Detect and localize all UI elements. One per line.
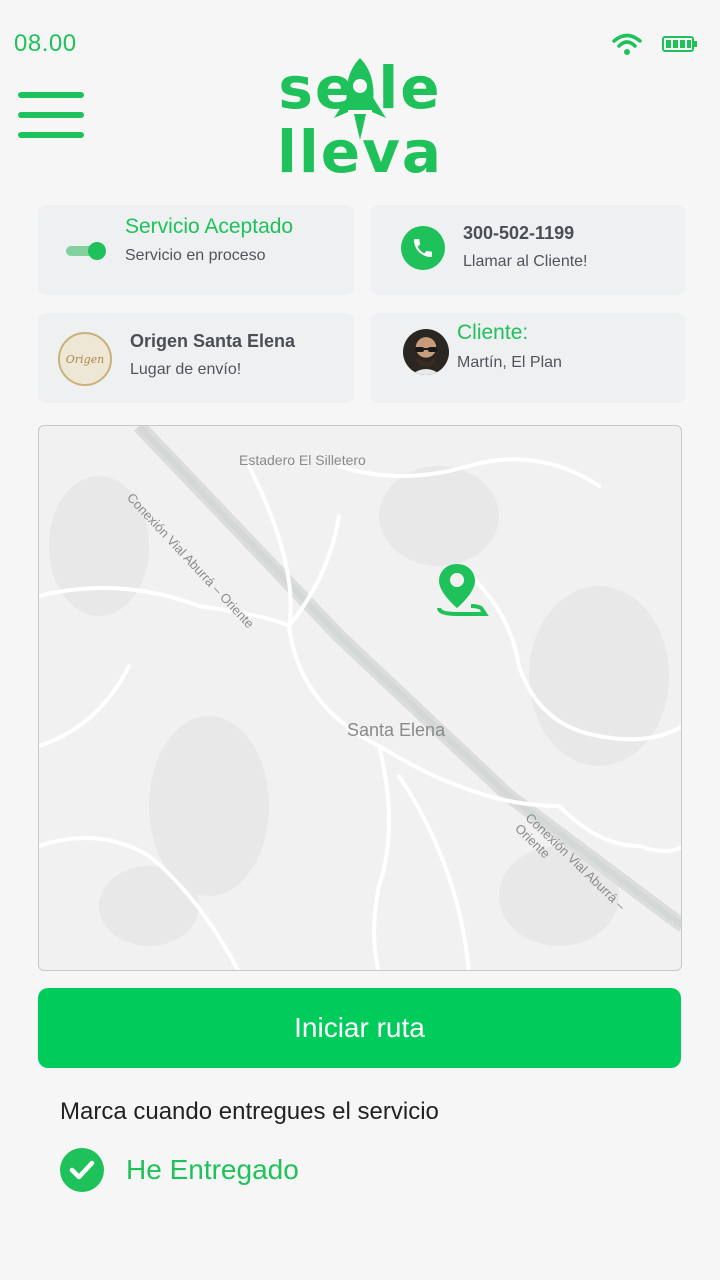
status-icons [612, 32, 698, 61]
client-subtitle: Martín, El Plan [457, 354, 562, 371]
app-logo: se le lleva [188, 56, 532, 184]
avatar [403, 329, 449, 375]
origin-subtitle: Lugar de envío! [130, 361, 242, 378]
client-title: Cliente: [457, 321, 529, 344]
check-icon[interactable] [60, 1148, 104, 1192]
service-toggle[interactable] [66, 242, 108, 260]
delivery-hint: Marca cuando entregues el servicio [60, 1098, 439, 1125]
logo-text: se le lleva [276, 54, 444, 186]
map-label-place: Estadero El Silletero [239, 452, 366, 468]
location-pin-icon[interactable] [437, 562, 489, 618]
phone-number: 300-502-1199 [463, 223, 575, 243]
start-route-button[interactable]: Iniciar ruta [38, 988, 681, 1068]
origin-logo: Origen [58, 332, 112, 386]
service-title: Servicio Aceptado [125, 215, 294, 238]
service-status-card: Servicio Aceptado Servicio en proceso [38, 205, 354, 295]
phone-icon[interactable] [401, 226, 445, 270]
map-label-town: Santa Elena [347, 720, 446, 740]
delivered-label: He Entregado [126, 1154, 299, 1185]
service-subtitle: Servicio en proceso [125, 247, 266, 264]
call-client-card[interactable]: 300-502-1199 Llamar al Cliente! [371, 205, 685, 295]
phone-subtitle: Llamar al Cliente! [463, 253, 588, 270]
origin-title: Origen Santa Elena [130, 331, 296, 351]
origin-card: Origen Origen Santa Elena Lugar de envío… [38, 313, 354, 403]
status-time: 08.00 [14, 30, 77, 57]
wifi-icon [612, 32, 642, 61]
delivered-checkbox[interactable]: He Entregado [60, 1148, 299, 1192]
hamburger-menu-icon[interactable] [18, 92, 84, 138]
route-map[interactable]: Estadero El Silletero Conexión Vial Abur… [38, 425, 682, 971]
client-card: Cliente: Martín, El Plan [371, 313, 685, 403]
battery-icon [662, 36, 698, 57]
